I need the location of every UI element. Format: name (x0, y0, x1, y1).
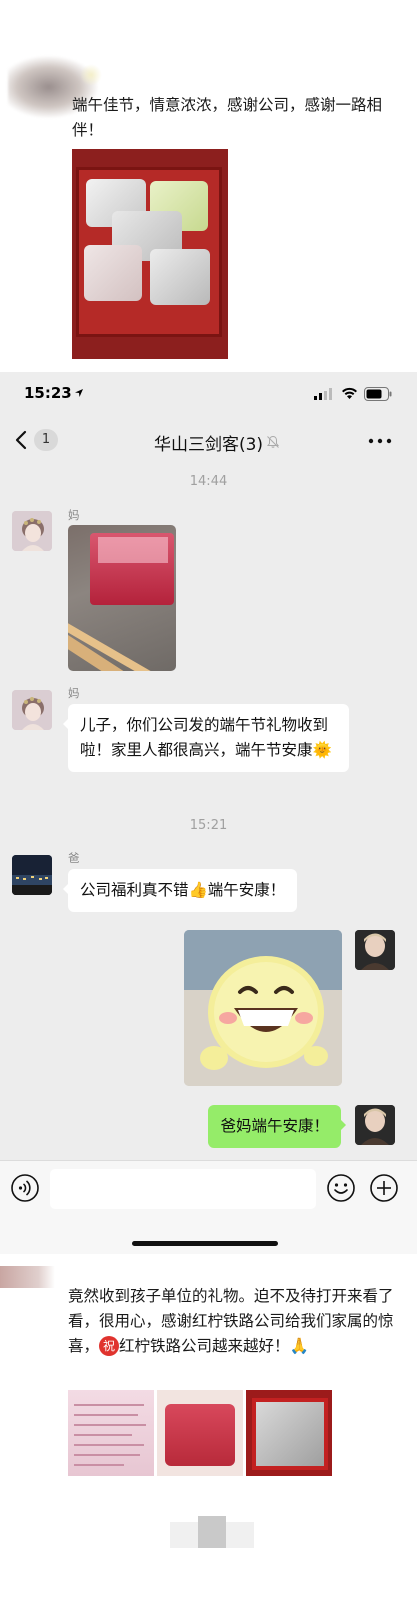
sender-name: 妈 (68, 508, 80, 522)
status-bar: 15:23 (0, 372, 417, 418)
zongzi-package (150, 249, 210, 305)
mom-avatar-illustration (12, 690, 52, 730)
moment-text-part2: 红柠铁路公司越来越好！🙏 (119, 1337, 309, 1355)
text-line (74, 1424, 146, 1426)
avatar-me[interactable] (355, 1105, 395, 1145)
grinning-blob-sticker (184, 930, 342, 1086)
my-avatar-portrait (355, 930, 395, 970)
zongzi-package (84, 245, 142, 301)
moment-text: 竟然收到孩子单位的礼物。迫不及待打开来看了看，很用心，感谢红柠铁路公司给我们家属… (68, 1284, 408, 1359)
mute-bell-icon (267, 435, 279, 448)
cellular-signal-icon (314, 388, 332, 400)
gift-box (165, 1404, 235, 1466)
location-arrow-icon (75, 389, 83, 397)
emoji-icon[interactable] (326, 1173, 356, 1203)
sender-name: 爸 (68, 851, 80, 865)
moment-text: 端午佳节，情意浓浓，感谢公司，感谢一路相伴！ (72, 96, 383, 139)
text-message-bubble[interactable]: 儿子，你们公司发的端午节礼物收到啦！家里人都很高兴，端午节安康🌞 (63, 704, 349, 772)
blurred-block (198, 1516, 226, 1548)
status-time: 15:23 (24, 384, 72, 402)
chat-screenshot: 15:23 1 华山三剑客(3) 14:44 妈 妈 儿子，你们公司发的端午节礼… (0, 372, 417, 1254)
moment-photo-letter[interactable] (68, 1390, 154, 1476)
blurred-block (170, 1522, 198, 1548)
voice-input-icon[interactable] (10, 1173, 40, 1203)
moment-photo-gift-box[interactable] (157, 1390, 243, 1476)
dad-avatar-night-city (12, 855, 52, 895)
open-gift-box (252, 1398, 328, 1470)
sticker-message[interactable] (184, 930, 342, 1086)
text-message-bubble[interactable]: 公司福利真不错👍端午安康！ (62, 869, 298, 912)
moment-photo-open-box[interactable] (246, 1390, 332, 1476)
text-line (74, 1404, 144, 1406)
sender-name: 妈 (68, 686, 80, 700)
chat-timestamp: 15:21 (189, 818, 228, 833)
text-line (74, 1414, 138, 1416)
chat-input-bar (0, 1160, 417, 1254)
text-line (74, 1444, 144, 1446)
image-message-gift[interactable] (68, 525, 176, 671)
blurred-block (226, 1522, 254, 1548)
sent-text-bubble[interactable]: 爸妈端午安康！ (208, 1105, 346, 1148)
avatar-decoration (80, 64, 102, 86)
message-input[interactable] (50, 1169, 316, 1209)
chat-timestamp: 14:44 (189, 474, 228, 489)
plus-icon[interactable] (369, 1173, 399, 1203)
home-indicator (132, 1241, 278, 1246)
avatar-me[interactable] (355, 930, 395, 970)
more-options-icon[interactable] (368, 438, 392, 444)
avatar-dad[interactable] (12, 855, 52, 895)
my-avatar-portrait (355, 1105, 395, 1145)
avatar-mom[interactable] (12, 690, 52, 730)
gift-box-wrap (98, 537, 168, 563)
chat-nav-bar: 1 华山三剑客(3) (0, 418, 417, 462)
moment-post-top: 端午佳节，情意浓浓，感谢公司，感谢一路相伴！ (0, 0, 417, 372)
moment-post-bottom: 竟然收到孩子单位的礼物。迫不及待打开来看了看，很用心，感谢红柠铁路公司给我们家属… (0, 1254, 417, 1600)
text-line (74, 1454, 140, 1456)
chat-title: 华山三剑客(3) (153, 435, 264, 455)
text-line (74, 1464, 124, 1466)
blessing-badge-icon: 祝 (99, 1336, 120, 1356)
battery-icon (364, 387, 392, 401)
avatar-mom[interactable] (12, 511, 52, 551)
user-avatar-blurred[interactable] (0, 1266, 55, 1288)
moment-photo-gift-box[interactable] (72, 149, 228, 359)
mom-avatar-illustration (12, 511, 52, 551)
wifi-icon (342, 387, 357, 399)
text-line (74, 1434, 132, 1436)
